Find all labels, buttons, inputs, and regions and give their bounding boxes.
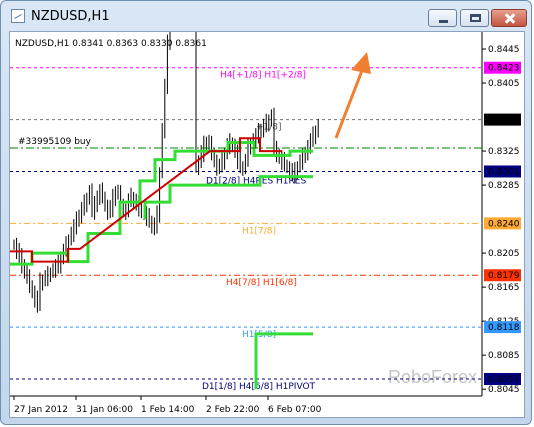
watermark-text: RoboForex — [388, 367, 477, 387]
time-tick-label: 2 Feb 22:00 — [206, 405, 260, 415]
plot-background — [10, 32, 482, 396]
level-label: H4[7/8] H1[6/8] — [226, 278, 297, 288]
price-tick-label: 0.8325 — [488, 147, 520, 157]
chart-window: NZDUSD,H1 NZDUSD,H1 0.8341 0.8363 0.8330… — [0, 0, 532, 425]
price-chart[interactable]: NZDUSD,H1 0.8341 0.8363 0.8330 0.8361 Ro… — [10, 32, 526, 419]
minimize-button[interactable] — [428, 9, 457, 27]
level-label: H1[7/8] — [242, 226, 276, 236]
price-tick-label: 0.8405 — [488, 79, 520, 89]
time-tick-label: 27 Jan 2012 — [14, 405, 68, 415]
maximize-icon — [461, 10, 488, 26]
close-button[interactable] — [491, 9, 527, 27]
highlight-price-label: 0.8423 — [488, 64, 520, 74]
window-title: NZDUSD,H1 — [31, 9, 110, 24]
highlight-price-label: 0.8301 — [488, 167, 520, 177]
maximize-button[interactable] — [460, 9, 489, 27]
price-tick-label: 0.8165 — [488, 283, 520, 293]
highlight-price-label: 0.8179 — [488, 271, 520, 281]
level-label: D1[1/8] H4[6/8] H1PIVOT — [202, 382, 316, 392]
price-axis-labels: 0.8445 0.8405 0.8325 0.8285 0.8205 0.8165 0.81… — [482, 45, 521, 395]
chart-area[interactable]: NZDUSD,H1 0.8341 0.8363 0.8330 0.8361 Ro… — [9, 31, 525, 418]
price-tick-label: 0.8085 — [488, 351, 520, 361]
close-icon — [492, 10, 526, 26]
title-bar[interactable]: NZDUSD,H1 — [1, 1, 531, 31]
level-label: H4[+1/8] H1[+2/8] — [220, 71, 306, 81]
time-tick-label: 6 Feb 07:00 — [268, 405, 322, 415]
buy-order-label: #33995109 buy — [18, 137, 92, 147]
time-tick-label: 31 Jan 06:00 — [76, 405, 133, 415]
price-tick-label: 0.8445 — [488, 45, 520, 55]
time-tick-label: 1 Feb 14:00 — [141, 405, 195, 415]
highlight-price-label: 0.8240 — [488, 219, 520, 229]
price-tick-label: 0.8285 — [488, 181, 520, 191]
highlight-price-label: 0.8118 — [488, 323, 520, 333]
chart-header-text: NZDUSD,H1 0.8341 0.8363 0.8330 0.8361 — [15, 39, 207, 49]
price-tick-label: 0.8205 — [488, 249, 520, 259]
chart-icon — [11, 9, 25, 23]
time-axis-labels: 27 Jan 2012 31 Jan 06:00 1 Feb 14:00 2 Feb … — [13, 396, 322, 415]
minimize-icon — [429, 10, 456, 26]
price-tick-label: 0.8045 — [488, 385, 520, 395]
highlight-price-label: 0.8057 — [488, 375, 520, 385]
highlight-price-label: 0.8362 — [488, 116, 520, 126]
